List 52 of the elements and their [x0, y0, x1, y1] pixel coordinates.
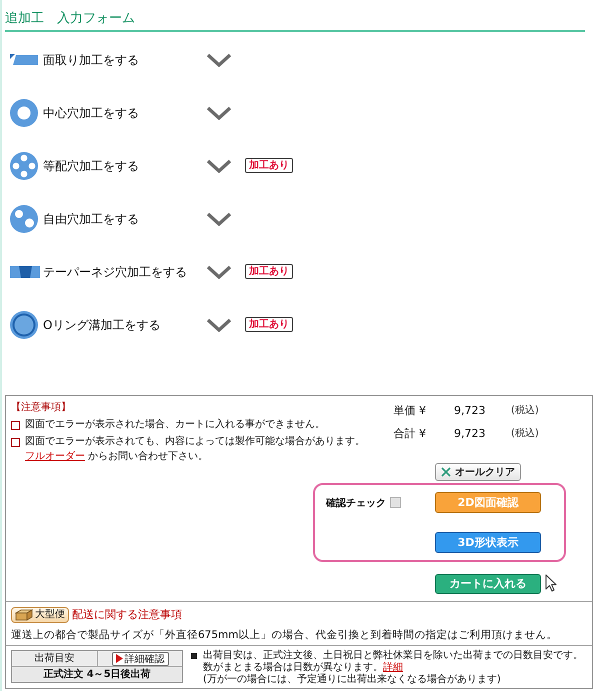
full-order-link[interactable]: フルオーダー [25, 451, 85, 462]
option-label: テーパーネジ穴加工をする [43, 264, 188, 280]
chevron-down-icon[interactable] [206, 264, 232, 278]
chevron-down-icon[interactable] [206, 212, 232, 226]
option-label: 自由穴加工をする [43, 210, 140, 226]
square-bullet-icon [11, 438, 20, 447]
tax-note: (税込) [511, 404, 539, 417]
lead-time-note: 出荷目安は、正式注文後、土日祝日と弊社休業日を除いた出荷までの日数目安です。数がまとまる場合は日数が異なります。詳細 [203, 650, 584, 674]
square-bullet-icon [11, 421, 20, 430]
ring-icon [10, 98, 38, 126]
price-value: 9,723 [454, 404, 486, 416]
confirm-checkbox[interactable] [390, 497, 401, 508]
notice-text: 図面でエラーが表示されても、内容によっては製作可能な場合があります。 フルオーダー からお問い合わせ下さい。 [25, 434, 366, 464]
notice-text: 図面でエラーが表示された場合、カートに入れる事ができません。 [25, 418, 325, 432]
caret-right-icon [116, 654, 122, 663]
processed-badge: 加工あり [245, 317, 293, 332]
option-label: 面取り加工をする [43, 52, 140, 68]
table-cell: 正式注文 4～5日後出荷 [12, 667, 182, 682]
price-label: 合計 ¥ [392, 426, 426, 440]
parcel-label: 大型便 [35, 608, 65, 620]
option-label: 等配穴加工をする [43, 158, 140, 174]
ring-circle-icon [10, 310, 38, 338]
shipping-notice-text: 運送上の都合で製品サイズが「外直径675mm以上」の場合、代金引換と到着時間の指定はご利用頂けません。 [11, 628, 558, 642]
circle-with-two-holes-icon [10, 204, 38, 232]
notice-title: 【注意事項】 [11, 401, 72, 415]
chamfered-bar-icon [10, 54, 38, 65]
option-label: Oリング溝加工をする [43, 316, 162, 332]
mouse-pointer-icon [545, 574, 557, 592]
option-label: 中心穴加工をする [43, 104, 140, 120]
chevron-down-icon[interactable] [206, 158, 232, 172]
price-value: 9,723 [454, 426, 486, 440]
box-icon [15, 608, 33, 620]
chevron-down-icon[interactable] [206, 106, 232, 120]
view-button[interactable]: 3D形状表示 [435, 532, 541, 553]
detail-button[interactable]: 詳細確認 [112, 652, 168, 666]
all-clear-button[interactable]: オールクリア [435, 463, 521, 481]
form-title: 追加工 入力フォーム [5, 10, 136, 27]
processed-badge: 加工あり [245, 158, 293, 173]
detail-link[interactable]: 詳細 [383, 662, 403, 673]
chevron-down-icon[interactable] [206, 318, 232, 332]
price-label: 単価 ¥ [392, 402, 426, 418]
lead-time-caution: (万が一の場合には、予定通りに出荷出来なくなる場合があります) [203, 674, 502, 686]
tapered-block-icon [10, 266, 40, 278]
square-bullet-icon [191, 653, 197, 659]
shipping-notice-title: 配送に関する注意事項 [72, 607, 182, 622]
table-header: 出荷目安 [12, 651, 97, 667]
circle-with-four-holes-icon [10, 152, 38, 180]
confirm-check-label: 確認チェック [326, 496, 386, 510]
x-icon [441, 467, 451, 477]
processed-badge: 加工あり [245, 264, 293, 279]
tax-note: (税込) [511, 426, 539, 440]
chevron-down-icon[interactable] [206, 52, 232, 66]
